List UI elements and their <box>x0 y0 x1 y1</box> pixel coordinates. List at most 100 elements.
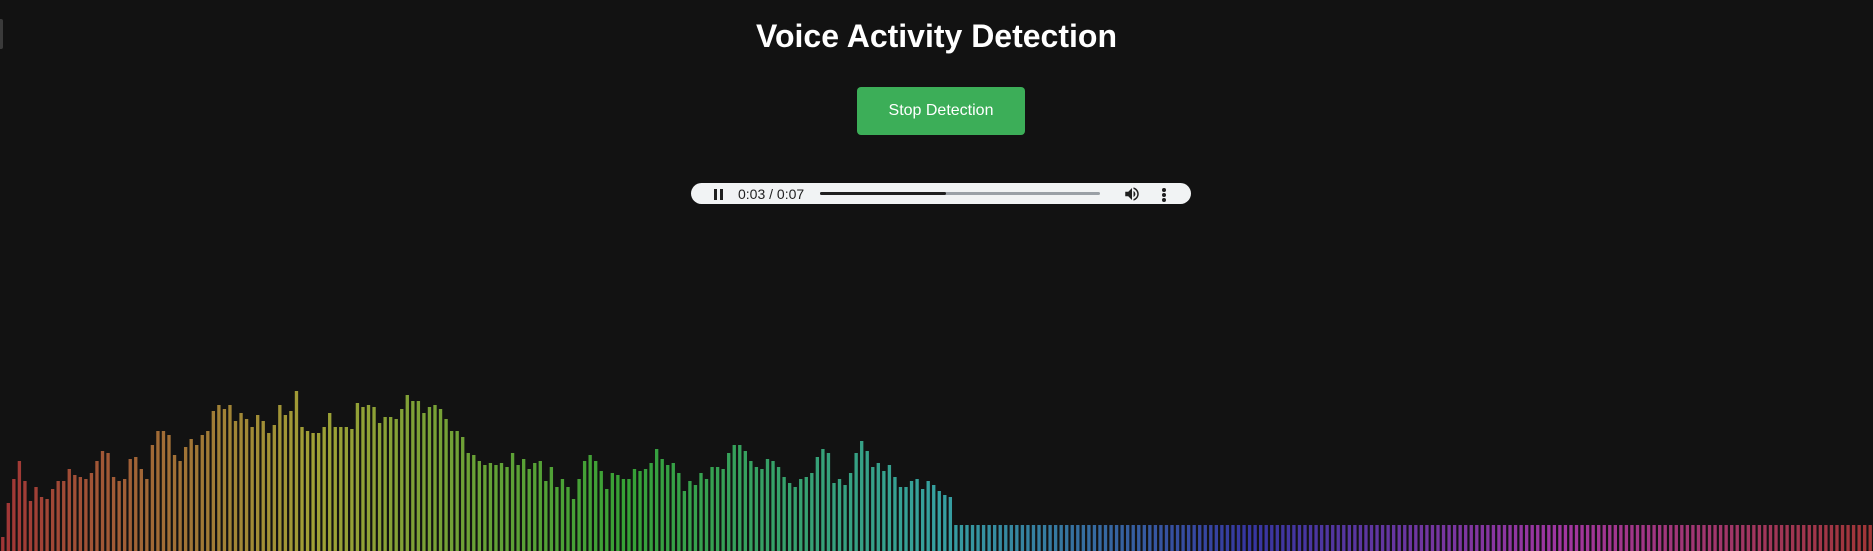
visualizer-bar <box>521 459 526 551</box>
visualizer-bar <box>1835 525 1839 551</box>
seek-slider[interactable] <box>820 192 1100 195</box>
visualizer-bar <box>228 405 232 551</box>
visualizer-bar <box>882 471 886 551</box>
visualizer-bar <box>993 525 997 551</box>
visualizer-bar <box>45 499 49 551</box>
visualizer-bar <box>300 427 304 551</box>
visualizer-bar <box>904 487 908 551</box>
visualizer-bar <box>1513 525 1518 551</box>
visualizer-bar <box>976 525 980 551</box>
visualizer-bar <box>1685 525 1690 551</box>
visualizer-bar <box>1120 525 1124 551</box>
visualizer-bar <box>920 489 925 551</box>
visualizer-bar <box>1369 525 1374 551</box>
visualizer-bar <box>283 415 288 551</box>
visualizer-bar <box>693 485 698 551</box>
visualizer-bar <box>499 463 504 551</box>
stop-detection-button[interactable]: Stop Detection <box>857 87 1025 135</box>
visualizer-bar <box>1602 525 1606 551</box>
visualizer-bar <box>361 407 365 551</box>
visualizer-bar <box>1203 525 1207 551</box>
visualizer-bar <box>560 479 565 551</box>
visualizer-bar <box>1336 525 1340 551</box>
visualizer-bar <box>1081 525 1086 551</box>
visualizer-bar <box>1752 525 1756 551</box>
visualizer-bar <box>865 451 869 551</box>
visualizer-bar <box>837 479 842 551</box>
visualizer-bar <box>211 411 216 551</box>
visualizer-bar <box>1497 525 1501 551</box>
visualizer-bar <box>1392 525 1396 551</box>
visualizer-bar <box>106 453 110 551</box>
visualizer-bar <box>582 461 587 551</box>
visualizer-bar <box>139 469 143 551</box>
visualizer-bar <box>1148 525 1152 551</box>
visualizer-bar <box>466 453 470 551</box>
visualizer-bar <box>754 467 759 551</box>
visualizer-bar <box>699 473 703 551</box>
visualizer-bar <box>1364 525 1368 551</box>
visualizer-bar <box>372 407 376 551</box>
visualizer-bar <box>887 465 892 551</box>
visualizer-bar <box>898 487 903 551</box>
visualizer-bar <box>123 479 127 551</box>
visualizer-bar <box>1142 525 1146 551</box>
visualizer-bar <box>261 421 265 551</box>
visualizer-bar <box>638 471 642 551</box>
visualizer-bar <box>56 481 60 551</box>
visualizer-bar <box>749 461 753 551</box>
seek-progress-fill <box>820 192 946 195</box>
visualizer-bar <box>339 427 343 551</box>
visualizer-bar <box>1774 525 1778 551</box>
visualizer-bar <box>1031 525 1036 551</box>
visualizer-bar <box>1829 525 1834 551</box>
more-vert-icon[interactable] <box>1159 185 1169 203</box>
visualizer-bar <box>1419 525 1424 551</box>
visualizer-bar <box>84 479 88 551</box>
visualizer-bar <box>1126 525 1130 551</box>
visualizer-bar <box>1846 525 1850 551</box>
visualizer-bar <box>1286 525 1291 551</box>
visualizer-bar <box>34 487 38 551</box>
visualizer-bar <box>222 409 227 551</box>
visualizer-bar <box>1059 525 1063 551</box>
visualizer-bar <box>1547 525 1551 551</box>
visualizer-bar <box>1114 525 1119 551</box>
visualizer-bar <box>660 459 664 551</box>
visualizer-bar <box>688 481 692 551</box>
visualizer-bar <box>1757 525 1762 551</box>
visualizer-bar <box>311 433 315 551</box>
visualizer-bar <box>1209 525 1213 551</box>
visualizer-bar <box>78 477 83 551</box>
visualizer-bar <box>89 473 94 551</box>
volume-icon[interactable] <box>1123 185 1141 203</box>
visualizer-bar <box>527 469 531 551</box>
visualizer-bar <box>1131 525 1135 551</box>
visualizer-bar <box>1807 525 1811 551</box>
visualizer-bar <box>1076 525 1080 551</box>
visualizer-bar <box>715 467 720 551</box>
visualizer-bar <box>738 445 742 551</box>
visualizer-bar <box>1475 525 1479 551</box>
visualizer-bar <box>1231 525 1235 551</box>
pause-icon[interactable] <box>710 186 726 202</box>
visualizer-bar <box>1580 525 1584 551</box>
visualizer-bar <box>1397 525 1401 551</box>
visualizer-bar <box>1630 525 1634 551</box>
visualizer-bar <box>189 439 193 551</box>
visualizer-bar <box>632 469 637 551</box>
visualizer-bar <box>1015 525 1019 551</box>
visualizer-bar <box>1342 525 1346 551</box>
visualizer-bar <box>1026 525 1030 551</box>
visualizer-bar <box>1175 525 1180 551</box>
visualizer-bar <box>893 477 897 551</box>
visualizer-bar <box>1707 525 1712 551</box>
visualizer-bar <box>948 497 953 551</box>
visualizer-bar <box>1663 525 1667 551</box>
visualizer-bar <box>483 465 487 551</box>
visualizer-bar <box>477 461 481 551</box>
visualizer-bar <box>1779 525 1784 551</box>
visualizer-bar <box>1181 525 1185 551</box>
visualizer-bar <box>743 451 747 551</box>
visualizer-bar <box>1380 525 1385 551</box>
